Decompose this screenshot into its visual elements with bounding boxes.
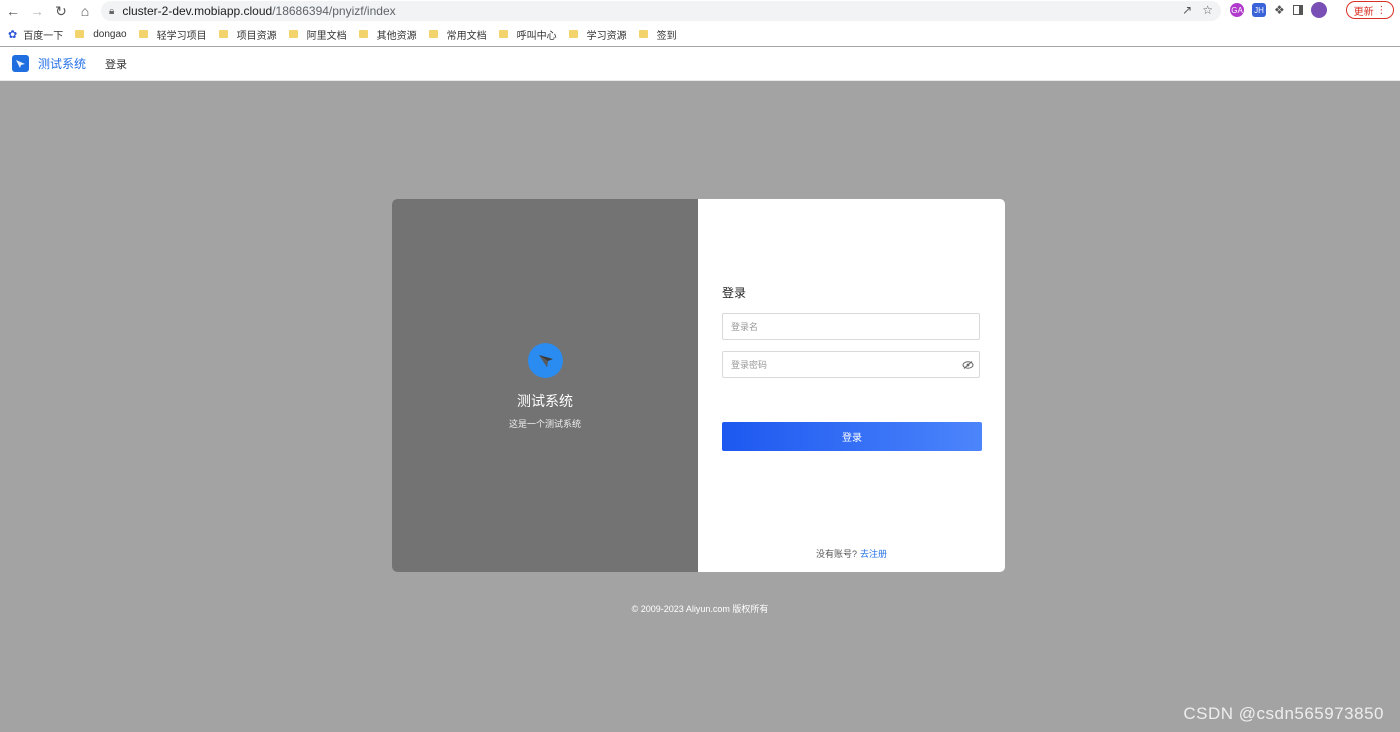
lock-icon: 🔒︎ [109,5,115,17]
bookmark-folder[interactable]: 呼叫中心 [498,27,557,42]
register-link[interactable]: 去注册 [860,549,887,559]
brand-logo-icon [528,343,563,378]
bookmark-baidu[interactable]: ✿ 百度一下 [8,27,63,42]
reload-icon[interactable]: ↻ [50,1,72,21]
folder-icon [638,30,648,38]
bookmark-label: 百度一下 [23,30,64,42]
bookmark-folder[interactable]: 其他资源 [358,27,417,42]
bookmark-label: 阿里文档 [306,30,347,42]
bookmark-dongao[interactable]: dongao [75,28,127,40]
folder-icon [428,30,438,38]
username-input[interactable] [722,313,980,340]
folder-icon [498,30,508,38]
bookmark-label: 签到 [656,30,677,42]
bookmark-label: 呼叫中心 [516,30,557,42]
update-button[interactable]: 更新 ⋮ [1346,1,1394,19]
no-account-text: 没有账号? [815,549,857,559]
app-logo-icon[interactable] [12,55,29,72]
copyright: © 2009-2023 Aliyun.com 版权所有 [631,604,769,614]
back-icon[interactable]: ← [2,1,24,21]
eye-icon[interactable] [962,360,974,370]
bookmark-folder[interactable]: 常用文档 [428,27,487,42]
bookmark-label: 其他资源 [376,30,417,42]
bookmark-folder[interactable]: 项目资源 [218,27,277,42]
folder-icon [358,30,368,38]
share-icon[interactable]: ↗ [1182,3,1192,17]
login-form: 登录 登录 没有账号?去注册 [698,199,1005,572]
bookmark-label: 学习资源 [586,30,627,42]
folder-icon [138,30,148,38]
url-path: /18686394/pnyizf/index [272,4,396,18]
extension-ga-icon[interactable]: GA [1230,3,1244,17]
extension-jh-icon[interactable]: JH [1252,3,1266,17]
address-bar[interactable]: 🔒︎ cluster-2-dev.mobiapp.cloud/18686394/… [101,1,1221,21]
app-header: 测试系统 登录 [0,47,1400,81]
brand-subtitle: 这是一个测试系统 [508,419,581,429]
folder-icon [75,30,85,38]
bookmark-label: dongao [93,28,127,40]
bookmark-star-icon[interactable]: ☆ [1202,3,1213,17]
forward-icon[interactable]: → [26,1,48,21]
bookmark-folder[interactable]: 学习资源 [568,27,627,42]
bookmark-folder[interactable]: 签到 [638,27,677,42]
baidu-icon: ✿ [8,28,18,41]
brand-name: 测试系统 [517,393,573,409]
home-icon[interactable]: ⌂ [74,1,96,21]
url-host: cluster-2-dev.mobiapp.cloud [122,4,273,18]
profile-avatar[interactable] [1310,2,1327,18]
bookmarks-bar: ✿ 百度一下 dongao 轻学习项目 项目资源 阿里文档 其他资源 常用文档 呼… [0,22,1400,46]
password-input[interactable] [722,351,980,378]
update-label: 更新 [1353,6,1374,18]
nav-login-link[interactable]: 登录 [105,56,127,72]
bookmark-label: 常用文档 [446,30,487,42]
register-row: 没有账号? 去注册 [698,547,1005,560]
login-card: 测试系统 这是一个测试系统 登录 登录 没有账号?去注册 [392,199,1005,572]
watermark: CSDN @csdn565973850 [1183,704,1384,723]
app-title[interactable]: 测试系统 [38,55,86,72]
folder-icon [568,30,578,38]
login-button[interactable]: 登录 [722,422,982,451]
bookmark-label: 项目资源 [236,30,277,42]
bookmark-folder[interactable]: 阿里文档 [288,27,347,42]
puzzle-icon[interactable]: ❖ [1274,3,1285,17]
form-title: 登录 [722,286,747,300]
side-panel-icon[interactable] [1292,5,1303,15]
bookmark-label: 轻学习项目 [156,30,207,42]
bookmark-folder[interactable]: 轻学习项目 [138,27,207,42]
folder-icon [288,30,298,38]
brand-panel: 测试系统 这是一个测试系统 [392,199,698,572]
folder-icon [218,30,228,38]
browser-toolbar: ← → ↻ ⌂ 🔒︎ cluster-2-dev.mobiapp.cloud/1… [0,0,1400,22]
